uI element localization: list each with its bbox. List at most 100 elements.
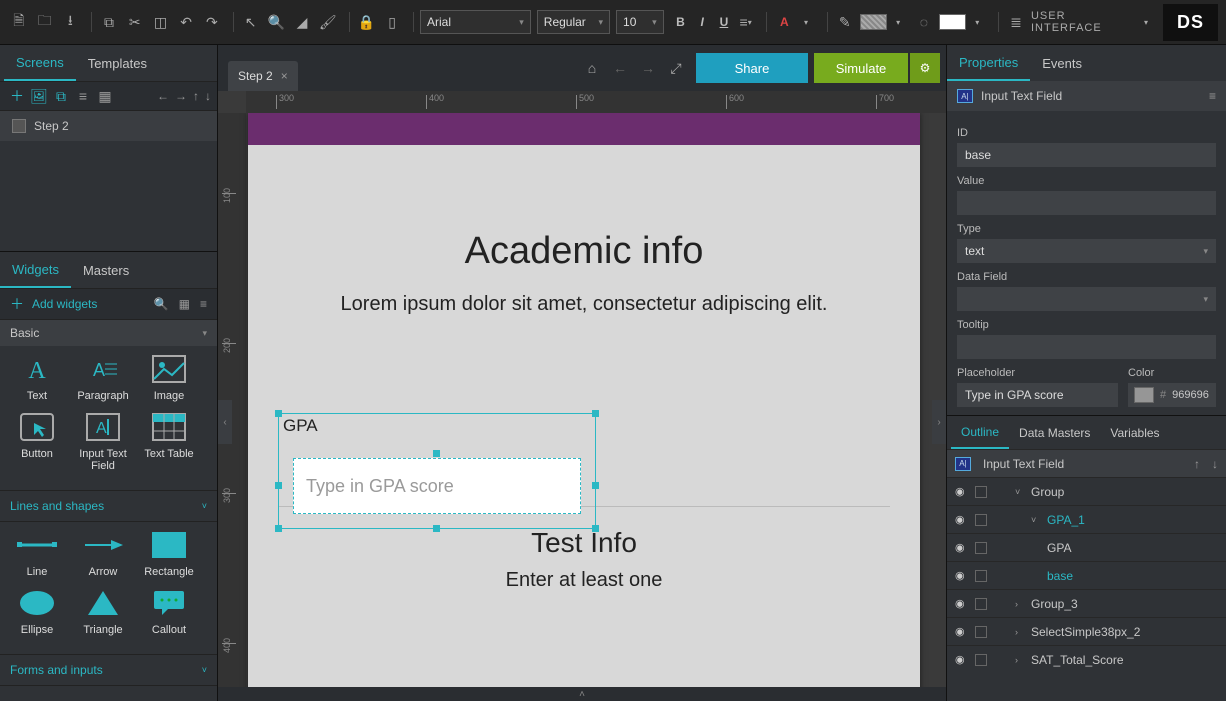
visibility-icon[interactable]: ◉ (955, 625, 969, 638)
resize-handle-ne[interactable] (592, 410, 599, 417)
select-data-field[interactable]: ▾ (957, 287, 1216, 311)
share-button[interactable]: Share (696, 53, 808, 83)
copy-icon[interactable]: ⧉ (98, 11, 120, 33)
lock-checkbox[interactable] (975, 598, 987, 610)
layers-icon[interactable]: ≣ (1005, 11, 1027, 33)
gpa-input[interactable]: Type in GPA score (293, 458, 581, 514)
widget-ellipse[interactable]: Ellipse (4, 586, 70, 636)
tab-properties[interactable]: Properties (947, 45, 1030, 81)
outline-item[interactable]: ◉GPA (947, 533, 1226, 561)
nav-up-icon[interactable]: ↑ (193, 89, 199, 103)
outline-item[interactable]: ◉base (947, 561, 1226, 589)
panel-menu-icon[interactable]: ≡ (1209, 89, 1216, 103)
widget-rectangle[interactable]: Rectangle (136, 528, 202, 578)
move-down-icon[interactable]: ↓ (1212, 457, 1218, 471)
italic-button[interactable]: I (691, 15, 713, 29)
widget-text-table[interactable]: Text Table (136, 410, 202, 472)
list-icon[interactable]: ≡ (200, 297, 207, 311)
lock-checkbox[interactable] (975, 654, 987, 666)
widget-text[interactable]: AText (4, 352, 70, 402)
design-page[interactable]: Academic info Lorem ipsum dolor sit amet… (248, 113, 920, 687)
text-color-button[interactable]: A (773, 15, 795, 29)
tab-outline[interactable]: Outline (951, 416, 1009, 449)
input-id[interactable] (957, 143, 1216, 167)
selected-element[interactable]: GPA Type in GPA score (278, 413, 596, 529)
add-screen-icon[interactable]: ＋ (6, 86, 28, 106)
download-icon[interactable]: ⭳ (59, 11, 81, 33)
paint-icon[interactable]: 🖌 (317, 11, 339, 33)
fill-arrow[interactable]: ▾ (966, 11, 988, 33)
stroke-arrow[interactable]: ▾ (887, 11, 909, 33)
search-icon[interactable]: 🔍 (154, 297, 169, 311)
bottom-expand-bar[interactable]: ˄ (218, 687, 946, 701)
outline-item[interactable]: ◉›SAT_Total_Score (947, 645, 1226, 673)
lock-checkbox[interactable] (975, 570, 987, 582)
bold-button[interactable]: B (670, 15, 692, 29)
align-dropdown[interactable]: ≡▾ (735, 11, 757, 33)
fill-drop-icon[interactable]: ◌ (913, 11, 935, 33)
tree-caret-icon[interactable]: › (1015, 627, 1025, 637)
new-file-icon[interactable]: 🗎 (8, 11, 30, 33)
tree-caret-icon[interactable]: ˅ (1015, 487, 1025, 497)
input-tooltip[interactable] (957, 335, 1216, 359)
widget-image[interactable]: Image (136, 352, 202, 402)
tab-data-masters[interactable]: Data Masters (1009, 416, 1100, 449)
tab-variables[interactable]: Variables (1100, 416, 1169, 449)
canvas-viewport[interactable]: 100 200 300 400 ‹ › Academic info Lorem … (218, 113, 946, 687)
underline-button[interactable]: U (713, 15, 735, 29)
tab-widgets[interactable]: Widgets (0, 252, 71, 288)
simulate-settings-button[interactable]: ⚙ (910, 53, 940, 83)
resize-handle-se[interactable] (592, 525, 599, 532)
home-icon[interactable]: ⌂ (578, 60, 606, 76)
resize-handle-mid-top[interactable] (433, 450, 440, 457)
tree-caret-icon[interactable]: ˅ (1031, 515, 1041, 525)
widget-line[interactable]: Line (4, 528, 70, 578)
visibility-icon[interactable]: ◉ (955, 653, 969, 666)
tab-templates[interactable]: Templates (76, 45, 159, 81)
visibility-icon[interactable]: ◉ (955, 541, 969, 554)
ui-menu-dropdown[interactable]: USER INTERFACE ▾ (1031, 10, 1149, 34)
lock-checkbox[interactable] (975, 514, 987, 526)
select-type[interactable]: text▾ (957, 239, 1216, 263)
widget-button[interactable]: Button (4, 410, 70, 472)
widget-input-text[interactable]: AInput Text Field (70, 410, 136, 472)
outline-item[interactable]: ◉›Group_3 (947, 589, 1226, 617)
list-view-icon[interactable]: ≡ (72, 88, 94, 104)
tab-events[interactable]: Events (1030, 45, 1094, 81)
undo-icon[interactable]: ↶ (175, 11, 197, 33)
grid-icon[interactable]: ▦ (179, 297, 190, 311)
resize-handle-s[interactable] (433, 525, 440, 532)
nav-prev-icon[interactable]: ← (606, 60, 634, 76)
nav-down-icon[interactable]: ↓ (205, 89, 211, 103)
visibility-icon[interactable]: ◉ (955, 485, 969, 498)
color-picker[interactable]: #969696 (1128, 383, 1216, 407)
resize-handle-sw[interactable] (275, 525, 282, 532)
redo-icon[interactable]: ↷ (201, 11, 223, 33)
pen-icon[interactable]: ✎ (834, 11, 856, 33)
collapse-left-icon[interactable]: ‹ (218, 400, 232, 444)
outline-item[interactable]: A|Input Text Field↑↓ (947, 449, 1226, 477)
tree-caret-icon[interactable]: › (1015, 599, 1025, 609)
group-basic-header[interactable]: Basic ▾ (0, 320, 217, 346)
visibility-icon[interactable]: ◉ (955, 513, 969, 526)
input-placeholder[interactable] (957, 383, 1118, 407)
pointer-icon[interactable]: ↖ (240, 11, 262, 33)
fill-swatch[interactable] (939, 14, 967, 30)
move-up-icon[interactable]: ↑ (1194, 457, 1200, 471)
resize-handle-w[interactable] (275, 482, 282, 489)
simulate-button[interactable]: Simulate (814, 53, 908, 83)
tab-masters[interactable]: Masters (71, 252, 141, 288)
screen-item[interactable]: Step 2 (0, 111, 217, 141)
outline-item[interactable]: ◉˅Group (947, 477, 1226, 505)
grid-view-icon[interactable]: ▦ (94, 88, 116, 105)
device-icon[interactable]: ▯ (381, 11, 403, 33)
nav-next-icon[interactable]: → (634, 60, 662, 76)
nav-back-icon[interactable]: ← (157, 89, 169, 103)
widget-callout[interactable]: Callout (136, 586, 202, 636)
font-family-dropdown[interactable]: Arial▾ (420, 10, 531, 34)
expand-icon[interactable]: ⤢ (662, 60, 690, 77)
collapse-right-icon[interactable]: › (932, 400, 946, 444)
group-forms-header[interactable]: Forms and inputs ˅ (0, 654, 217, 686)
duplicate-icon[interactable]: ⧉ (50, 88, 72, 105)
zoom-icon[interactable]: 🔍 (265, 11, 287, 33)
